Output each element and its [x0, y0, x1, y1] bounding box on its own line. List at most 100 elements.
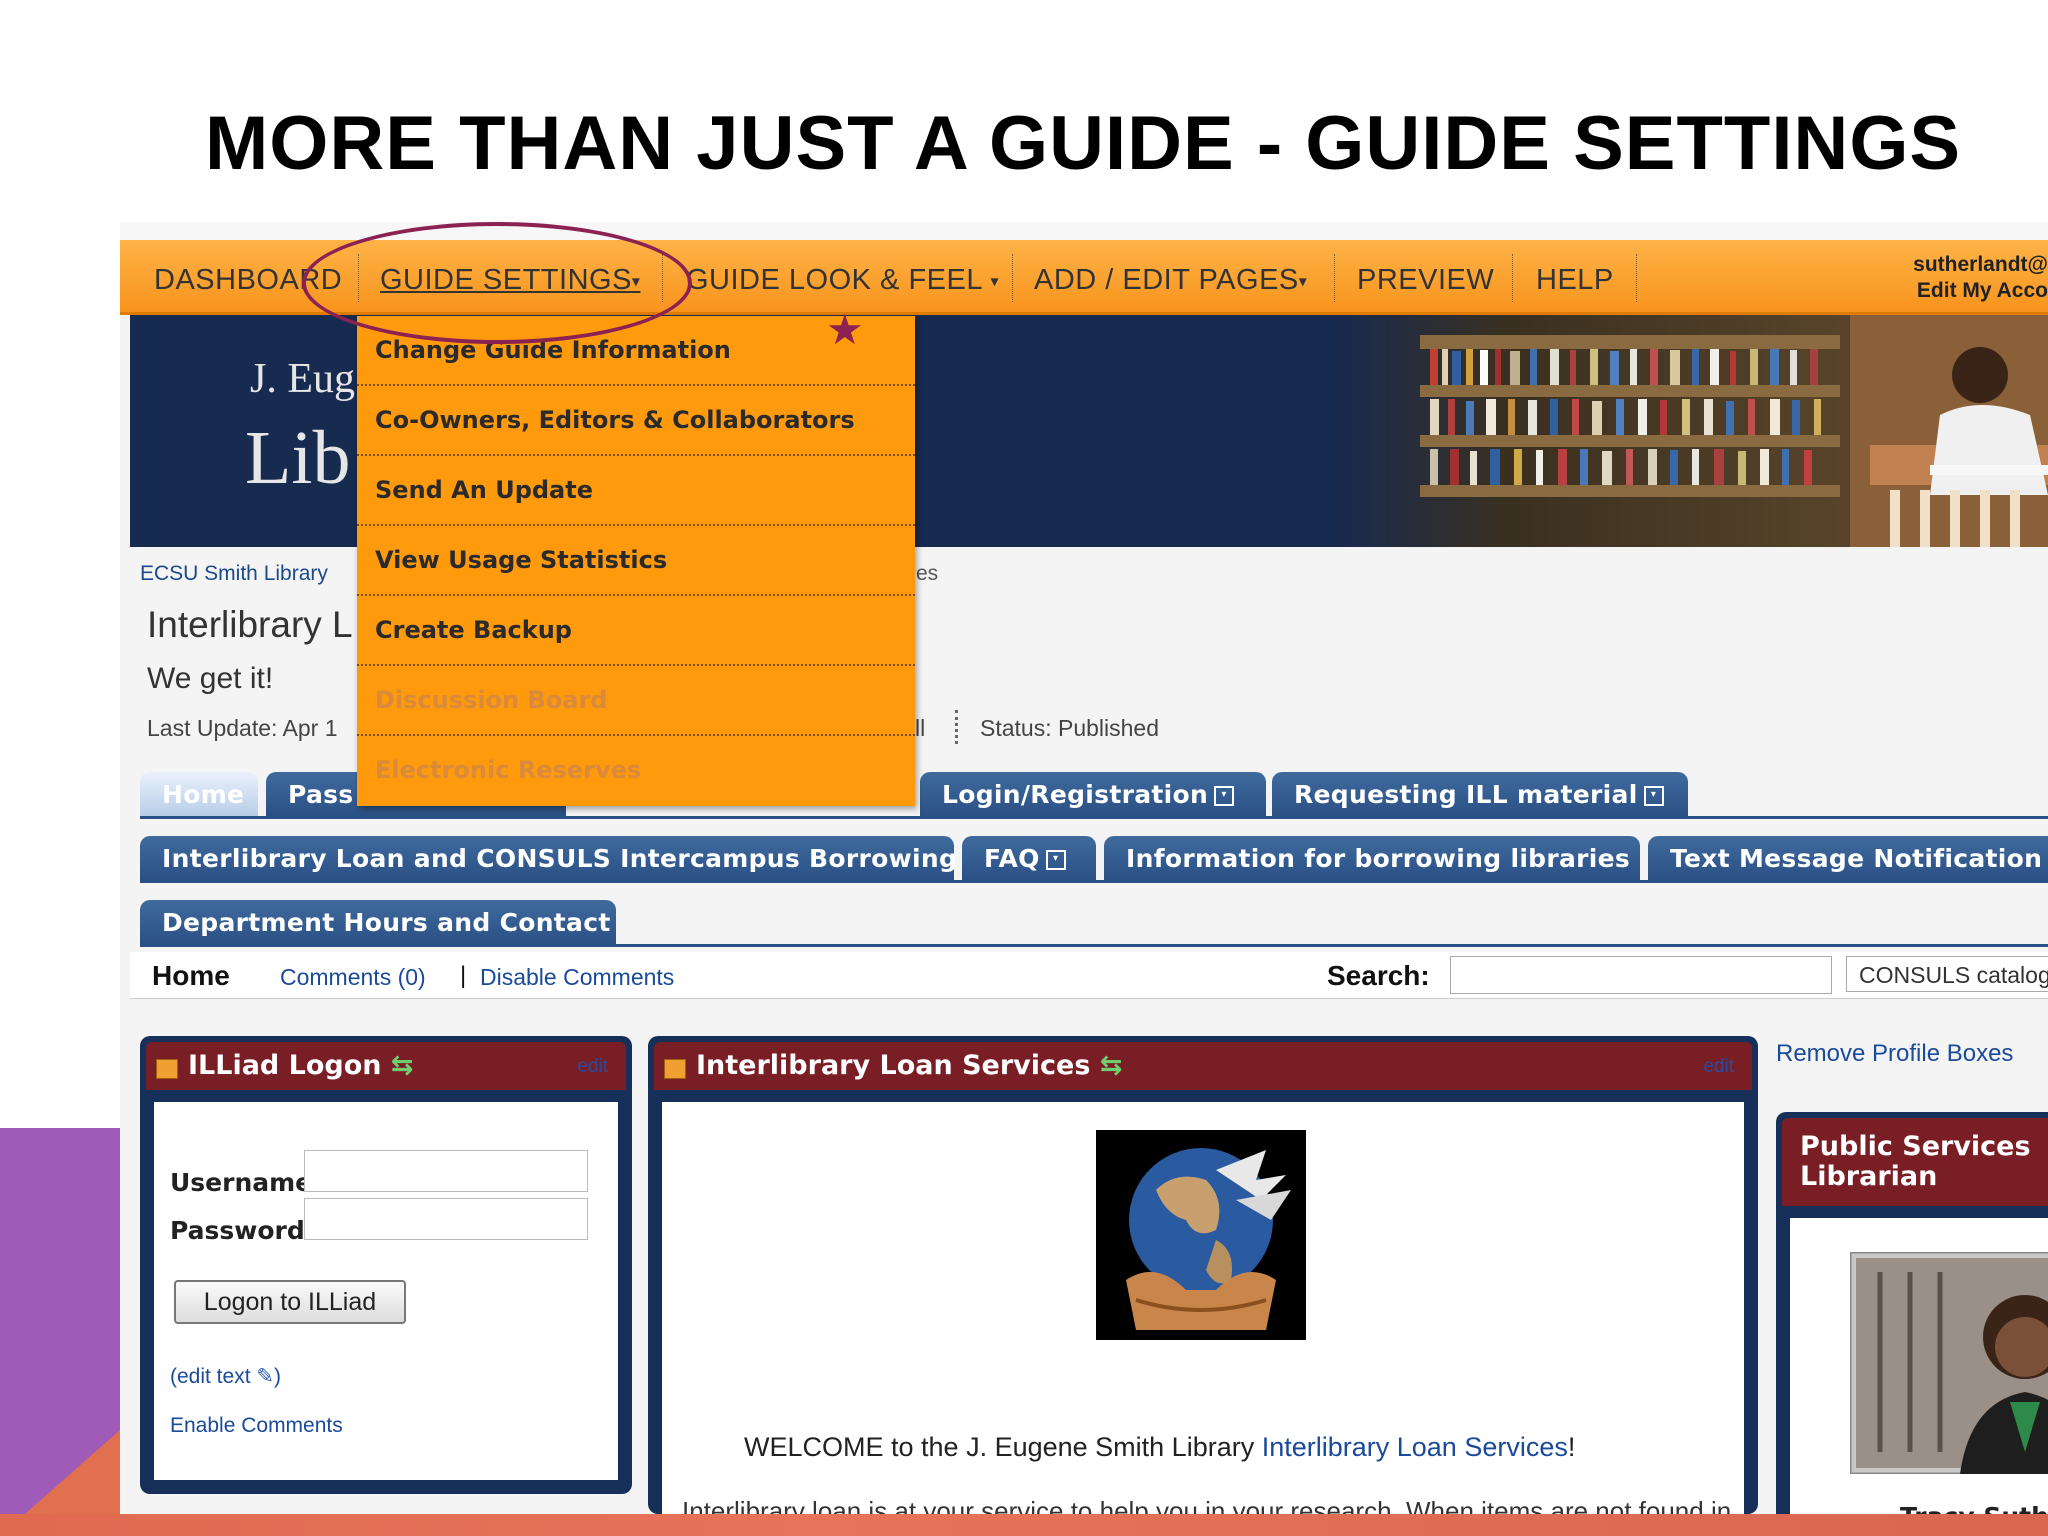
- nav-divider: [1334, 254, 1335, 302]
- disable-comments-link[interactable]: Disable Comments: [480, 964, 674, 991]
- edit-link[interactable]: edit: [577, 1056, 608, 1078]
- chevron-down-icon: ▾: [1298, 273, 1308, 291]
- menu-create-backup[interactable]: Create Backup: [375, 596, 915, 666]
- tab-ill-consuls[interactable]: Interlibrary Loan and CONSULS Intercampu…: [140, 836, 957, 880]
- box-icon: [156, 1059, 178, 1079]
- chevron-down-icon: ▾: [1214, 786, 1235, 806]
- menu-view-usage-statistics[interactable]: View Usage Statistics: [375, 526, 915, 596]
- library-photo: [1330, 315, 2048, 547]
- box-title: ILLiad Logon ⇆: [188, 1050, 414, 1081]
- box-title: Interlibrary Loan Services ⇆: [696, 1050, 1122, 1081]
- box-header: ILLiad Logon ⇆ edit: [146, 1042, 626, 1090]
- guide-title: Interlibrary L: [147, 604, 353, 645]
- nav-guide-look-feel[interactable]: GUIDE LOOK & FEEL ▾: [686, 264, 999, 297]
- tab-label: FAQ: [984, 844, 1040, 873]
- tab-label: Login/Registration: [942, 780, 1209, 809]
- username-label: Username: [170, 1168, 313, 1197]
- last-update: Last Update: Apr 1: [147, 715, 338, 741]
- box-header: Interlibrary Loan Services ⇆ edit: [654, 1042, 1752, 1090]
- refresh-icon: ⇆: [390, 1050, 414, 1081]
- chevron-down-icon: ▾: [990, 273, 999, 291]
- refresh-icon: ⇆: [1099, 1050, 1123, 1081]
- menu-discussion-board: Discussion Board: [375, 686, 608, 714]
- menu-send-update[interactable]: Send An Update: [375, 456, 915, 526]
- welcome-text: WELCOME to the J. Eugene Smith Library I…: [744, 1432, 1575, 1463]
- account-info: sutherlandt@ Edit My Acco: [1913, 252, 2048, 304]
- tab-login-registration[interactable]: Login/Registration ▾: [920, 772, 1266, 816]
- welcome-prefix: WELCOME to the J. Eugene Smith Library: [744, 1432, 1262, 1462]
- librarian-name: Tracy Suther: [1900, 1502, 2048, 1514]
- nav-divider: [1512, 254, 1513, 302]
- page-toolbar: Home Comments (0) | Disable Comments Sea…: [130, 952, 2048, 999]
- logon-button[interactable]: Logon to ILLiad: [174, 1280, 406, 1324]
- welcome-link[interactable]: Interlibrary Loan Services: [1262, 1432, 1568, 1462]
- tab-requesting-ill[interactable]: Requesting ILL material ▾: [1272, 772, 1688, 816]
- current-page-label: Home: [152, 960, 230, 991]
- search-input[interactable]: [1450, 956, 1832, 994]
- tab-baseline: [140, 816, 2048, 819]
- tab-department-hours[interactable]: Department Hours and Contact: [140, 900, 616, 944]
- banner-line-2: Lib: [245, 416, 351, 500]
- nav-add-edit-pages[interactable]: ADD / EDIT PAGES▾: [1034, 264, 1307, 297]
- username-field[interactable]: [304, 1150, 588, 1192]
- tab-label: Requesting ILL material: [1294, 780, 1638, 809]
- intro-paragraph: Interlibrary loan is at your service to …: [682, 1496, 1732, 1514]
- tab-baseline: [140, 880, 2048, 883]
- banner-line-1: J. Eug: [250, 356, 355, 402]
- password-field[interactable]: [304, 1198, 588, 1240]
- ill-services-box: Interlibrary Loan Services ⇆ edit WELCOM…: [648, 1036, 1758, 1514]
- decorative-bottom-band: [0, 1514, 2048, 1536]
- nav-add-edit-pages-label: ADD / EDIT PAGES: [1034, 264, 1299, 296]
- tab-baseline: [140, 944, 2048, 947]
- highlight-ellipse: [302, 222, 692, 344]
- nav-help[interactable]: HELP: [1536, 264, 1614, 297]
- globe-in-hands-image: [1096, 1130, 1306, 1340]
- tab-home[interactable]: Home: [140, 772, 258, 816]
- separator: |: [460, 962, 467, 989]
- menu-co-owners-editors[interactable]: Co-Owners, Editors & Collaborators: [375, 386, 915, 456]
- tab-text-message[interactable]: Text Message Notification: [1648, 836, 2048, 880]
- edit-text-close: ): [274, 1365, 281, 1388]
- box-body: WELCOME to the J. Eugene Smith Library I…: [662, 1102, 1744, 1514]
- edit-link[interactable]: edit: [1703, 1056, 1734, 1078]
- enable-comments-link[interactable]: Enable Comments: [170, 1414, 343, 1438]
- profile-box: Public Services Librarian Tracy Suther: [1776, 1112, 2048, 1514]
- edit-account-link[interactable]: Edit My Acco: [1913, 278, 2048, 304]
- search-label: Search:: [1327, 960, 1430, 991]
- profile-title: Public Services Librarian: [1800, 1131, 2031, 1192]
- chevron-down-icon: ▾: [1045, 850, 1066, 870]
- profile-body: Tracy Suther: [1790, 1218, 2048, 1514]
- breadcrumb-tail: es: [916, 562, 939, 585]
- guide-settings-dropdown: Change Guide Information Co-Owners, Edit…: [357, 316, 915, 806]
- meta-tail: ll: [915, 715, 926, 741]
- nav-divider: [1636, 254, 1637, 302]
- remove-profile-boxes-link[interactable]: Remove Profile Boxes: [1776, 1040, 2013, 1068]
- breadcrumb[interactable]: ECSU Smith Library: [140, 562, 328, 586]
- welcome-suffix: !: [1567, 1432, 1576, 1462]
- account-name: sutherlandt@: [1913, 253, 2048, 276]
- search-scope-select[interactable]: CONSULS catalog: [1846, 956, 2048, 992]
- meta-divider: [955, 710, 958, 744]
- box-icon: [664, 1059, 686, 1079]
- star-icon: ★: [826, 306, 864, 353]
- tab-faq[interactable]: FAQ ▾: [962, 836, 1096, 880]
- librarian-photo: [1850, 1252, 2048, 1474]
- nav-preview[interactable]: PREVIEW: [1357, 264, 1494, 297]
- guide-status: Status: Published: [980, 715, 1160, 741]
- edit-text-label: (edit text: [170, 1365, 251, 1388]
- comments-link[interactable]: Comments (0): [280, 964, 426, 991]
- edit-text-link[interactable]: (edit text ✎): [170, 1364, 281, 1389]
- pencil-icon: ✎: [256, 1365, 274, 1388]
- nav-divider: [1012, 254, 1013, 302]
- password-label: Password: [170, 1216, 305, 1245]
- box-body: Username Password Logon to ILLiad (edit …: [154, 1102, 618, 1480]
- illiad-logon-box: ILLiad Logon ⇆ edit Username Password Lo…: [140, 1036, 632, 1494]
- profile-header: Public Services Librarian: [1782, 1118, 2048, 1206]
- tab-borrowing-libraries[interactable]: Information for borrowing libraries: [1104, 836, 1640, 880]
- guide-subtitle: We get it!: [147, 662, 274, 695]
- menu-electronic-reserves: Electronic Reserves: [375, 756, 642, 784]
- chevron-down-icon: ▾: [1643, 786, 1664, 806]
- box-title-text: Interlibrary Loan Services: [696, 1050, 1091, 1081]
- slide-title: MORE THAN JUST A GUIDE - GUIDE SETTINGS: [205, 101, 1962, 186]
- nav-guide-look-feel-label: GUIDE LOOK & FEEL: [686, 264, 982, 296]
